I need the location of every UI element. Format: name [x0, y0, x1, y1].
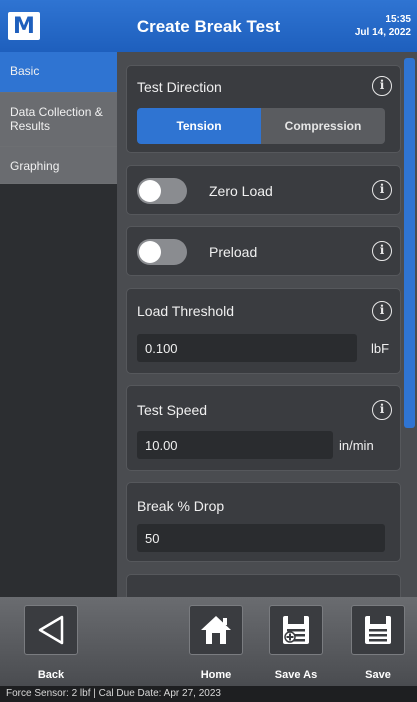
break-drop-card: Break % Drop 50 [126, 482, 401, 562]
home-button[interactable]: Home [188, 605, 244, 681]
test-speed-input[interactable]: 10.00 [137, 431, 333, 459]
clock: 15:35 Jul 14, 2022 [355, 13, 411, 39]
save-label: Save [365, 669, 391, 681]
back-triangle-icon [24, 605, 78, 655]
sidebar-item-data-collection[interactable]: Data Collection & Results [0, 93, 117, 147]
save-button[interactable]: Save [350, 605, 406, 681]
break-drop-input[interactable]: 50 [137, 524, 385, 552]
compression-option[interactable]: Compression [261, 108, 385, 144]
clock-date: Jul 14, 2022 [354, 27, 411, 38]
home-label: Home [200, 669, 232, 681]
info-icon[interactable]: i [372, 241, 392, 261]
tension-option[interactable]: Tension [137, 108, 261, 144]
scrollbar[interactable] [404, 58, 415, 428]
load-threshold-unit: lbF [371, 341, 390, 356]
toggle-knob [139, 241, 161, 263]
preload-label: Preload [209, 244, 258, 260]
toggle-knob [139, 180, 161, 202]
test-speed-unit: in/min [339, 438, 374, 453]
save-icon [351, 605, 405, 655]
title-bar: M Create Break Test 15:35 Jul 14, 2022 [0, 0, 417, 52]
test-direction-segmented-control: Tension Compression [137, 108, 385, 144]
test-speed-label: Test Speed [137, 402, 208, 418]
info-icon[interactable]: i [372, 400, 392, 420]
sidebar-item-basic[interactable]: Basic [0, 52, 117, 93]
sidebar-item-graphing[interactable]: Graphing [0, 147, 117, 184]
sidebar-item-label: Graphing [10, 159, 60, 173]
sidebar: Basic Data Collection & Results Graphing [0, 52, 117, 597]
save-as-label: Save As [274, 669, 318, 681]
preload-toggle[interactable] [137, 239, 187, 265]
info-icon[interactable]: i [372, 76, 392, 96]
settings-panel[interactable]: Test Direction i Tension Compression Zer… [117, 52, 417, 597]
sidebar-item-label: Data Collection & Results [10, 105, 103, 133]
home-icon [189, 605, 243, 655]
load-threshold-card: Load Threshold i 0.100 lbF [126, 288, 401, 374]
info-icon[interactable]: i [372, 180, 392, 200]
sidebar-item-label: Basic [10, 64, 40, 78]
test-direction-card: Test Direction i Tension Compression [126, 65, 401, 153]
back-button[interactable]: Back [23, 605, 79, 681]
status-bar: Force Sensor: 2 lbf | Cal Due Date: Apr … [0, 686, 417, 702]
zero-load-label: Zero Load [209, 183, 273, 199]
test-direction-label: Test Direction [137, 79, 222, 95]
zero-load-toggle[interactable] [137, 178, 187, 204]
save-as-icon [269, 605, 323, 655]
save-as-button[interactable]: Save As [268, 605, 324, 681]
test-speed-card: Test Speed i 10.00 in/min [126, 385, 401, 471]
zero-load-card: Zero Load i [126, 165, 401, 215]
load-threshold-input[interactable]: 0.100 [137, 334, 357, 362]
clock-time: 15:35 [385, 14, 411, 25]
next-setting-card [126, 574, 401, 597]
load-threshold-label: Load Threshold [137, 303, 235, 319]
preload-card: Preload i [126, 226, 401, 276]
info-icon[interactable]: i [372, 301, 392, 321]
bottom-toolbar: Back Home Save As Save [0, 597, 417, 686]
break-drop-label: Break % Drop [137, 498, 225, 514]
back-label: Back [37, 669, 65, 681]
